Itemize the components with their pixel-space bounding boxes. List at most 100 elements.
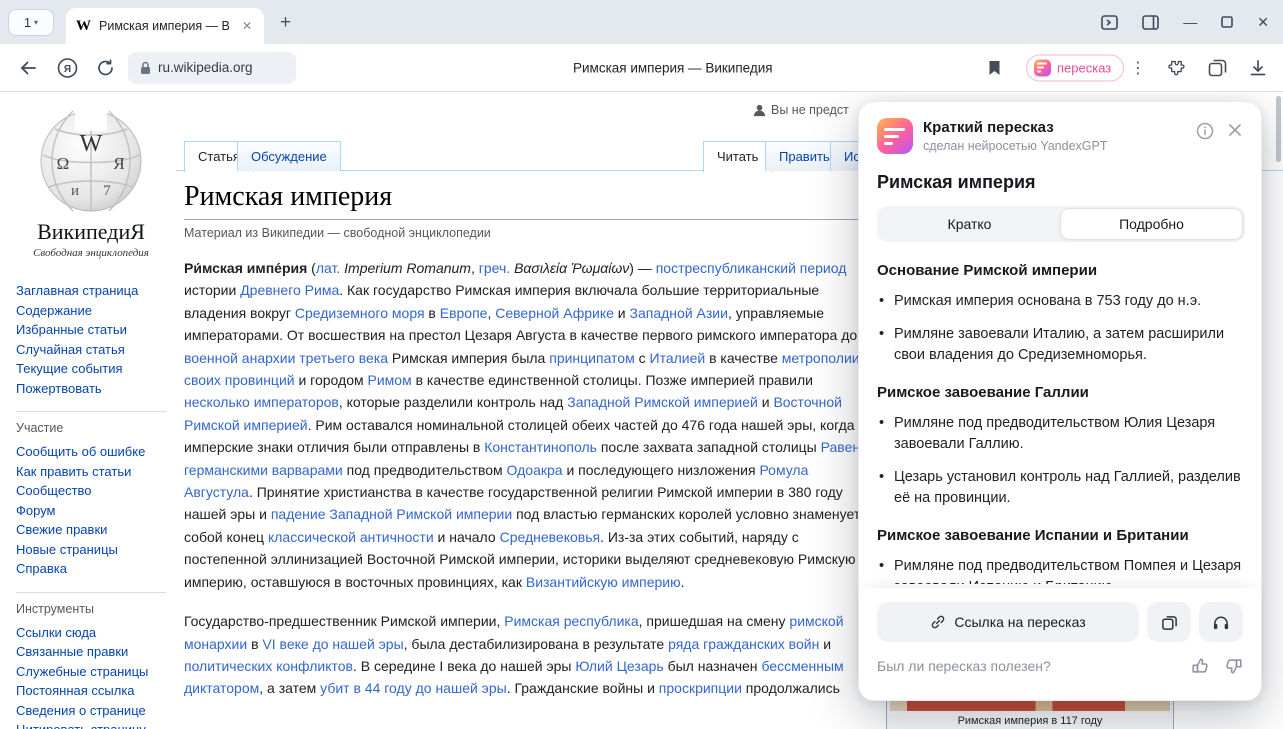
article-link[interactable]: Римская республика [504,613,638,629]
back-icon[interactable] [18,59,38,77]
sidebar-link[interactable]: Постоянная ссылка [16,681,166,701]
article-link[interactable]: Римом [368,372,412,388]
link-icon [930,614,946,630]
headphones-icon [1212,614,1230,631]
article-link[interactable]: Византийскую империю [526,574,681,590]
user-status[interactable]: Вы не предст [753,103,849,117]
page-title: Римская империя — Википедия [573,60,773,75]
sidebar-link[interactable]: Избранные статьи [16,320,166,340]
tab-read[interactable]: Читать [703,141,772,172]
panel-toggle-icon[interactable] [1101,15,1118,30]
tab-close-icon[interactable]: ✕ [240,17,254,35]
article-link[interactable]: Юлий Цезарь [575,658,663,674]
article-link[interactable]: Италией [650,350,706,366]
info-icon[interactable] [1196,122,1214,140]
summary-footer: Ссылка на пересказ [859,588,1261,700]
browser-window: 1 ▾ W Римская империя — В ✕ + — [0,0,1283,729]
tab-discussion[interactable]: Обсуждение [237,141,341,171]
article-paragraph-1: Ри́мская импе́рия (лат. Imperium Romanum… [184,257,878,593]
tab-count: 1 [24,16,31,30]
article-link[interactable]: убит в 44 году до нашей эры [320,680,507,696]
lock-icon [140,61,151,75]
tab-detailed[interactable]: Подробно [1060,208,1243,240]
infobox-caption: Римская империя в 117 году [890,711,1170,729]
sidebar-link[interactable]: Справка [16,559,166,579]
article-link[interactable]: германскими варварами [184,462,343,478]
sidebar-link[interactable]: Цитировать страницу [16,720,166,729]
article-link[interactable]: принципатом [549,350,634,366]
article-link[interactable]: постреспубликанский период [656,260,847,276]
maximize-button[interactable] [1221,16,1233,28]
extensions-puzzle-icon[interactable] [1167,58,1187,78]
bookmark-icon[interactable] [988,60,1001,76]
sidebar-link[interactable]: Ссылки сюда [16,623,166,643]
sidebar-link[interactable]: Как править статьи [16,462,166,482]
sidebar-link[interactable]: Сведения о странице [16,701,166,721]
article-link[interactable]: греч. [479,260,510,276]
summary-title: Краткий пересказ [923,118,1107,136]
tab-brief[interactable]: Кратко [879,208,1060,240]
collections-icon[interactable] [1208,58,1227,77]
article-link[interactable]: VI веке до нашей эры [262,636,403,652]
sidebar-link[interactable]: Заглавная страница [16,281,166,301]
new-tab-button[interactable]: + [274,10,297,36]
sidebar-link[interactable]: Пожертвовать [16,379,166,399]
sidebar-link[interactable]: Форум [16,501,166,521]
article-link[interactable]: проскрипции [659,680,742,696]
summary-subtitle: сделан нейросетью YandexGPT [923,139,1107,153]
summary-panel-header: Краткий пересказ сделан нейросетью Yande… [877,118,1243,154]
article-link[interactable]: классической античности [268,529,434,545]
article-link[interactable]: политических конфликтов [184,658,353,674]
article-link[interactable]: Одоакра [507,462,563,478]
article-link[interactable]: Западной Римской империей [567,394,758,410]
sidebar-link[interactable]: Связанные правки [16,642,166,662]
article-link[interactable]: Средневековья [500,529,601,545]
copy-text-button[interactable] [1147,602,1191,642]
article-link[interactable]: ряда гражданских войн [668,636,819,652]
tab-counter-button[interactable]: 1 ▾ [8,9,54,36]
article-link[interactable]: Северной Африке [495,305,614,321]
copy-link-button[interactable]: Ссылка на пересказ [877,602,1139,642]
sidebar-link[interactable]: Служебные страницы [16,662,166,682]
sidebar-toggle-icon[interactable] [1142,15,1159,30]
article-link[interactable]: несколько императоров [184,394,339,410]
close-panel-icon[interactable] [1227,122,1243,140]
sidebar-link[interactable]: Случайная статья [16,340,166,360]
sidebar-link[interactable]: Сообщить об ошибке [16,442,166,462]
thumbs-down-icon[interactable] [1225,657,1243,675]
sidebar-link[interactable]: Текущие события [16,359,166,379]
minimize-button[interactable]: — [1183,15,1197,29]
retell-button[interactable]: пересказ [1026,54,1124,81]
retell-button-label: пересказ [1057,60,1111,75]
thumbs-up-icon[interactable] [1191,657,1209,675]
article-link[interactable]: падение Западной Римской империи [271,506,512,522]
article-link[interactable]: Западной Азии [630,305,728,321]
browser-tab[interactable]: W Римская империя — В ✕ [66,8,264,44]
article-link[interactable]: Средиземного моря [295,305,425,321]
reload-icon[interactable] [96,58,115,77]
address-menu-icon[interactable]: ⋮ [1130,58,1146,78]
download-icon[interactable] [1249,59,1267,77]
article-link[interactable]: Европе [440,305,488,321]
address-bar[interactable]: ru.wikipedia.org [128,52,296,84]
sidebar-link[interactable]: Новые страницы [16,540,166,560]
yandex-home-icon[interactable]: Я [57,57,78,78]
tab-strip: 1 ▾ W Римская империя — В ✕ + — [0,0,1283,44]
listen-button[interactable] [1199,602,1243,642]
article-link[interactable]: лат. [316,260,340,276]
summary-bullet: Римляне завоевали Италию, а затем расшир… [877,324,1243,366]
wiki-tagline: Свободная энциклопедия [16,247,166,259]
yandexgpt-logo-icon [877,118,913,154]
sidebar-link[interactable]: Свежие правки [16,520,166,540]
page-scrollbar[interactable] [1276,96,1281,162]
summary-header-icons [1196,122,1243,140]
wikipedia-page: W Ω Я и 7 ВикипедиЯ Свободная энциклопед… [0,93,1283,729]
sidebar-link[interactable]: Сообщество [16,481,166,501]
article-link[interactable]: военной анархии третьего века [184,350,388,366]
article-link[interactable]: Константинополь [484,439,597,455]
article-link[interactable]: Древнего Рима [240,282,339,298]
close-window-button[interactable]: ✕ [1257,15,1269,29]
sidebar-link[interactable]: Содержание [16,301,166,321]
summary-bullet-list: Римляне под предводительством Помпея и Ц… [877,556,1243,584]
sidebar-nav-participation: Сообщить об ошибкеКак править статьиСооб… [16,442,166,579]
